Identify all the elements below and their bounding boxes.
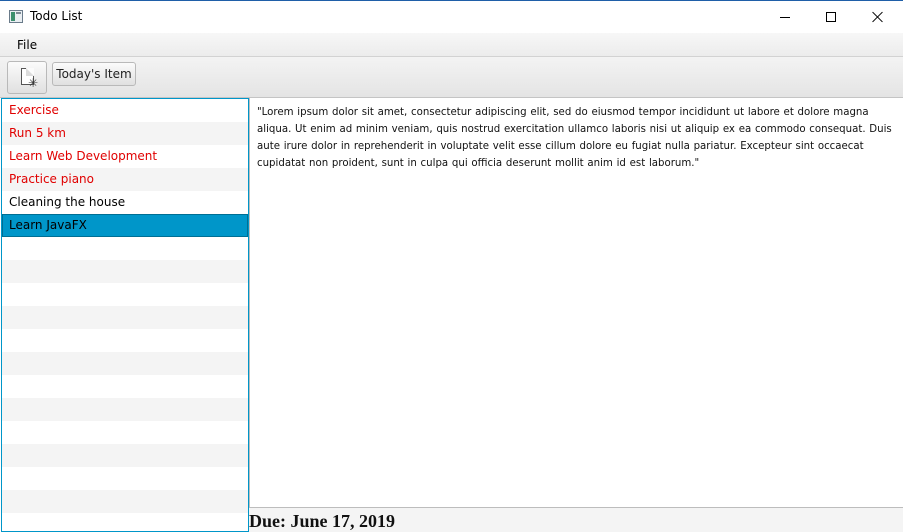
list-item[interactable]: Exercise: [2, 99, 248, 122]
detail-panel[interactable]: "Lorem ipsum dolor sit amet, consectetur…: [249, 98, 903, 508]
menu-bar: File: [0, 33, 903, 57]
list-empty-row: [2, 513, 248, 531]
list-empty-row: [2, 260, 248, 283]
new-item-button[interactable]: ✳: [7, 61, 47, 94]
minimize-icon: [780, 16, 790, 18]
list-empty-row: [2, 444, 248, 467]
close-button[interactable]: [855, 1, 901, 33]
due-date-label: Due: June 17, 2019: [249, 511, 396, 531]
list-empty-row: [2, 352, 248, 375]
menu-file[interactable]: File: [10, 37, 44, 54]
todays-item-button[interactable]: Today's Item: [52, 62, 136, 86]
list-empty-row: [2, 283, 248, 306]
list-item[interactable]: Run 5 km: [2, 122, 248, 145]
list-empty-row: [2, 490, 248, 513]
app-window-icon: [9, 10, 23, 23]
sparkle-icon: ✳: [28, 76, 39, 90]
list-empty-row: [2, 375, 248, 398]
list-empty-row: [2, 421, 248, 444]
item-description: "Lorem ipsum dolor sit amet, consectetur…: [257, 107, 892, 169]
minimize-button[interactable]: [762, 1, 808, 33]
list-empty-row: [2, 237, 248, 260]
title-bar[interactable]: Todo List: [0, 0, 903, 33]
list-empty-row: [2, 467, 248, 490]
list-empty-row: [2, 398, 248, 421]
list-empty-row: [2, 329, 248, 352]
list-empty-row: [2, 306, 248, 329]
toolbar: ✳ Today's Item: [0, 57, 903, 98]
window-title: Todo List: [30, 9, 83, 23]
list-item[interactable]: Learn JavaFX: [2, 214, 248, 237]
close-icon: [872, 11, 884, 23]
maximize-button[interactable]: [808, 1, 854, 33]
maximize-icon: [826, 12, 836, 22]
todo-list[interactable]: Exercise Run 5 km Learn Web Development Pra…: [1, 98, 249, 532]
list-item[interactable]: Practice piano: [2, 168, 248, 191]
list-item[interactable]: Cleaning the house: [2, 191, 248, 214]
list-item[interactable]: Learn Web Development: [2, 145, 248, 168]
